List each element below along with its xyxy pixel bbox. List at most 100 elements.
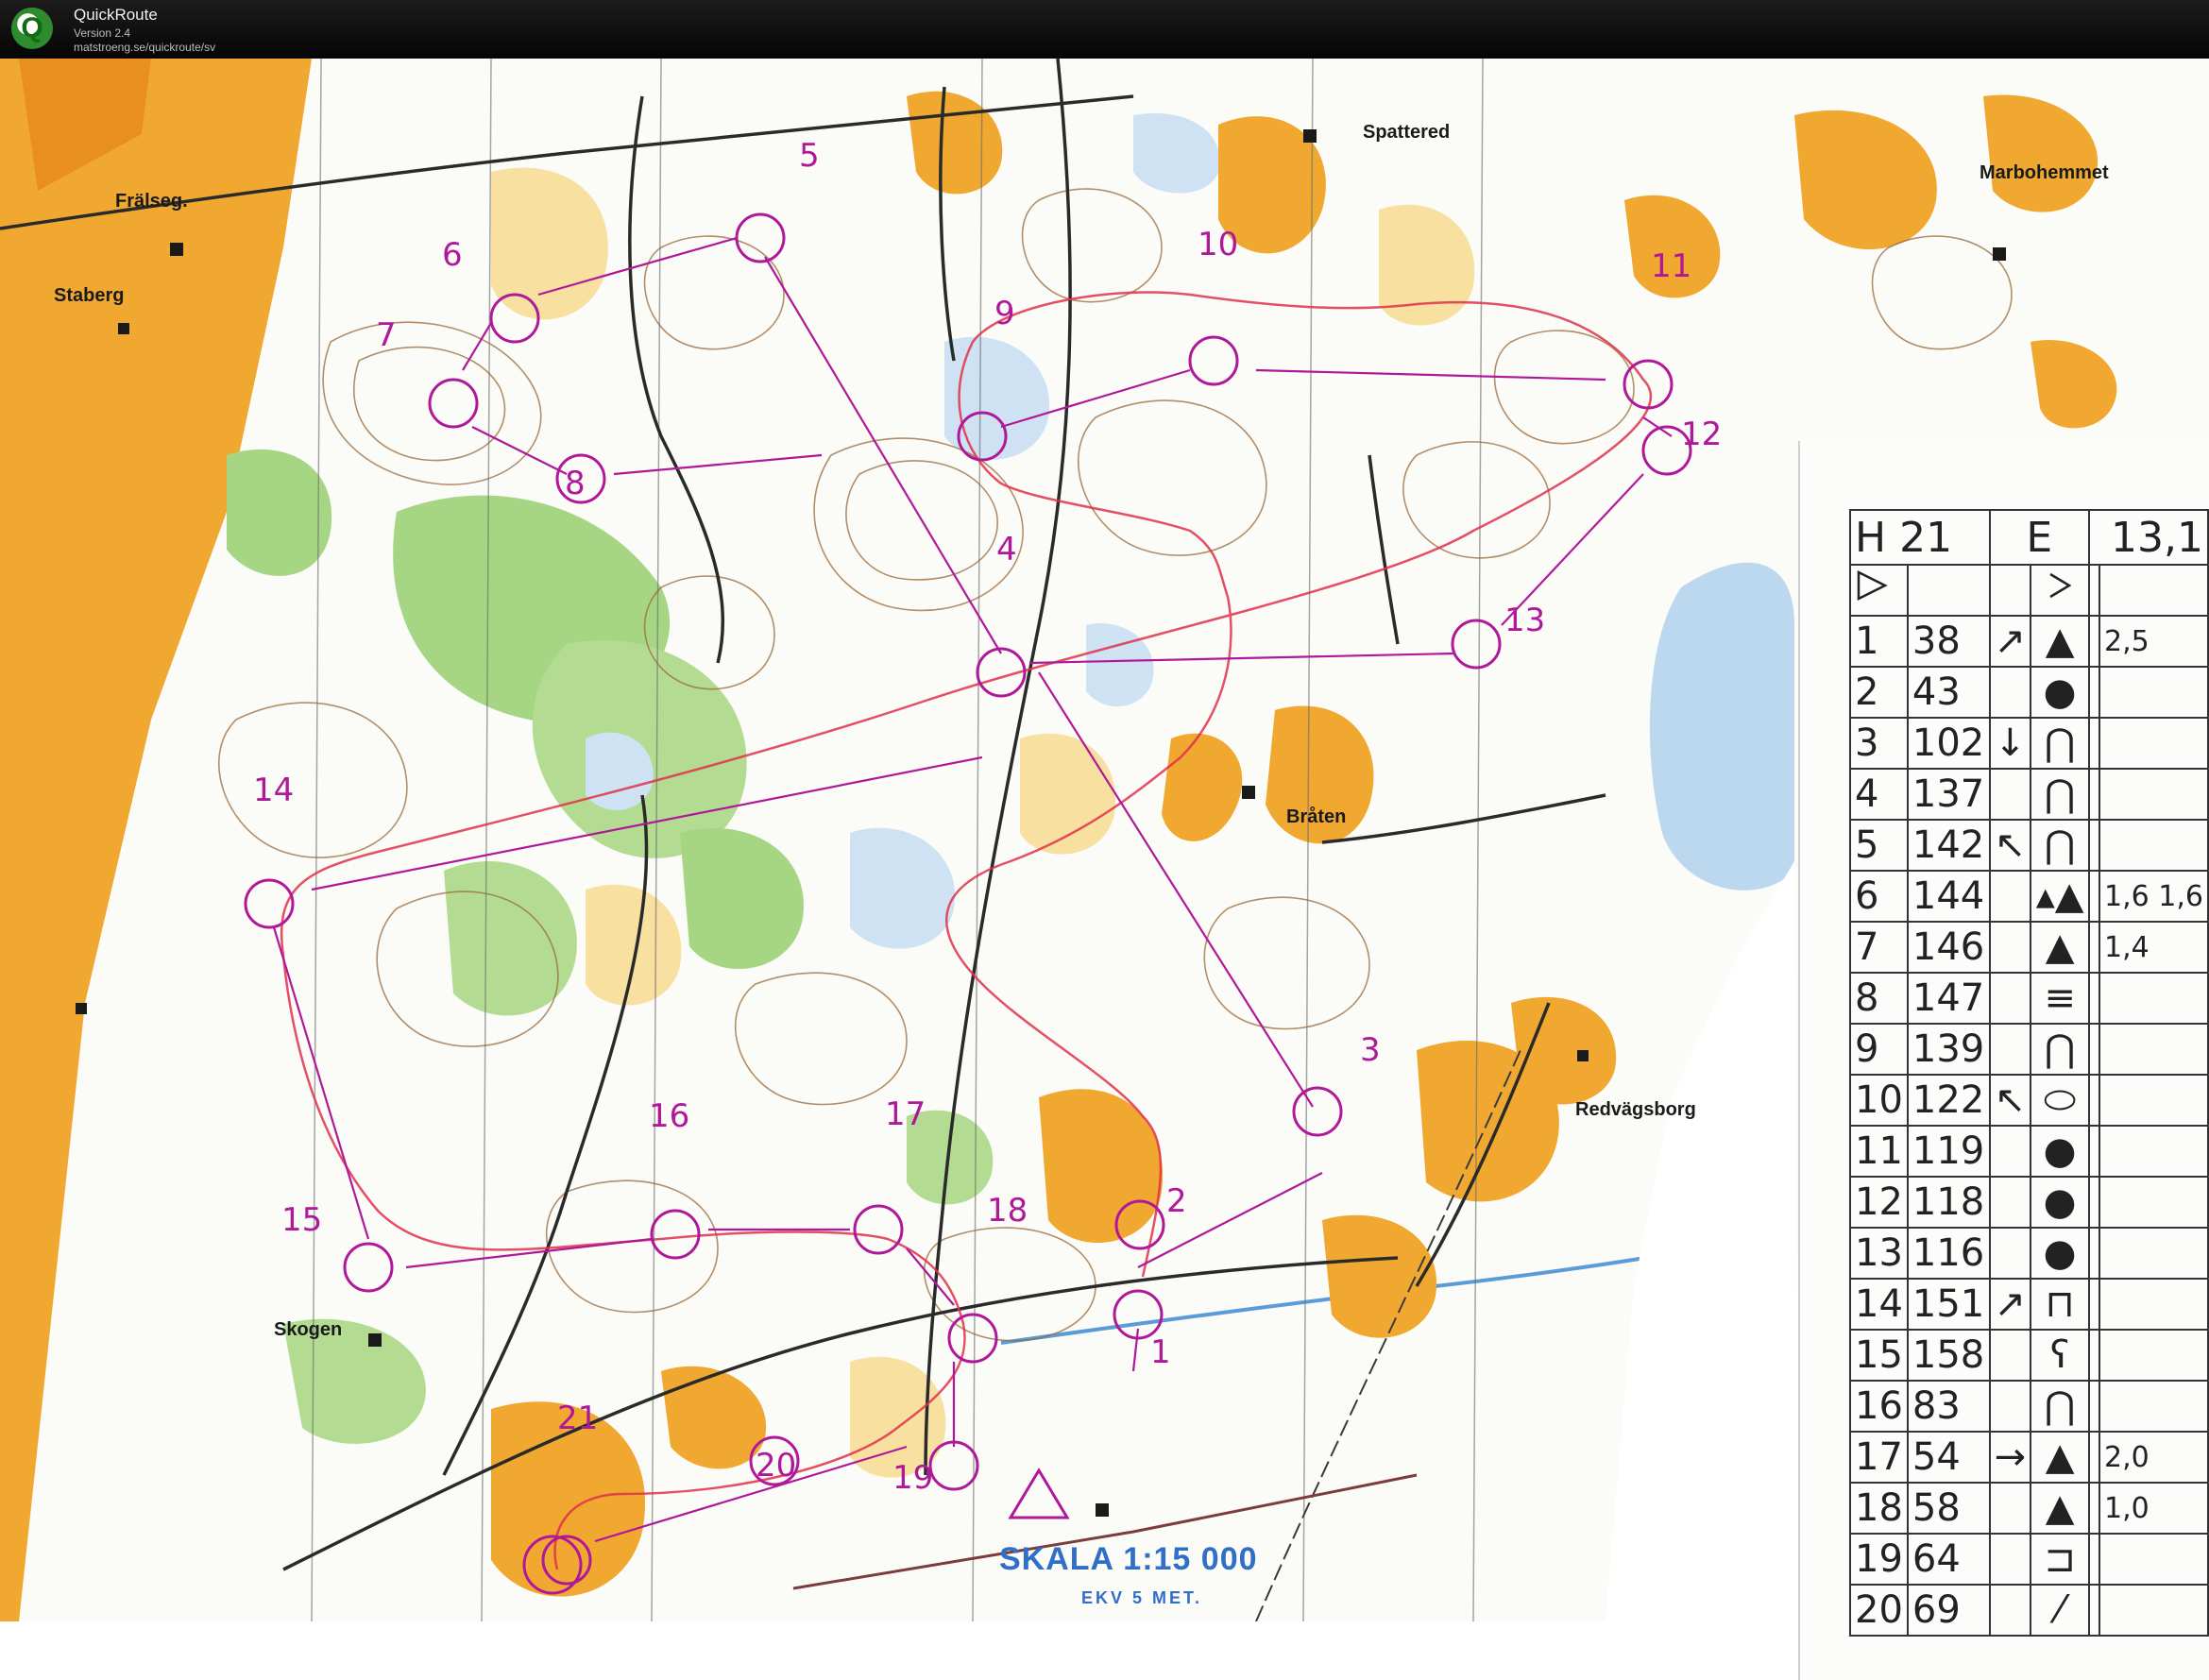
control-number-9: 9 — [994, 295, 1015, 332]
orienteering-map[interactable]: Frälseg. Staberg Spattered Marbohemmet B… — [0, 59, 2209, 1680]
card-feature-icon: ● — [2030, 1125, 2090, 1178]
card-control-code: 58 — [1906, 1482, 1991, 1535]
lake-east — [1649, 562, 1794, 891]
card-distance: 13,1 — [2087, 509, 2209, 566]
card-control-number: 14 — [1849, 1278, 1909, 1331]
card-control-code: 116 — [1906, 1227, 1991, 1280]
control-number-19: 19 — [892, 1459, 934, 1497]
card-feature-icon: ▲ — [2030, 1482, 2090, 1535]
title-bar: Q QuickRoute Version 2.4 matstroeng.se/q… — [0, 0, 2209, 59]
control-number-1: 1 — [1150, 1333, 1171, 1371]
control-number-7: 7 — [376, 316, 397, 354]
card-extra-info — [2099, 666, 2209, 719]
card-control-number: 17 — [1849, 1431, 1909, 1484]
card-control-number: 12 — [1849, 1176, 1909, 1229]
app-version: Version 2.4 — [74, 26, 131, 40]
card-control-row: 1 38 ↗ ▲ 2,5 — [1849, 615, 2209, 668]
card-extra-info — [2099, 1023, 2209, 1076]
card-feature-icon: ≡ — [2030, 972, 2090, 1025]
card-feature-icon: ● — [2030, 1227, 2090, 1280]
card-feature-icon: ▴▲ — [2030, 870, 2090, 923]
card-control-row: 20 69 ⁄ — [1849, 1584, 2209, 1637]
card-extra-info — [2099, 1176, 2209, 1229]
card-direction-icon — [1988, 972, 2032, 1025]
card-direction-icon — [1988, 1482, 2032, 1535]
card-control-number: 4 — [1849, 768, 1909, 821]
card-control-code: 83 — [1906, 1380, 1991, 1433]
control-number-20: 20 — [756, 1447, 797, 1485]
place-spattered: Spattered — [1363, 122, 1451, 143]
card-feature-icon: ⋂ — [2030, 1380, 2090, 1433]
card-extra-info: 1,6 1,6 — [2099, 870, 2209, 923]
app-url: matstroeng.se/quickroute/sv — [74, 41, 216, 54]
card-control-number: 5 — [1849, 819, 1909, 872]
card-control-row: 4 137 ⋂ — [1849, 768, 2209, 821]
card-control-code: 102 — [1906, 717, 1991, 770]
control-number-12: 12 — [1681, 416, 1723, 453]
card-control-row: 12 118 ● — [1849, 1176, 2209, 1229]
card-control-code: 119 — [1906, 1125, 1991, 1178]
card-control-row: 8 147 ≡ — [1849, 972, 2209, 1025]
card-extra-info — [2099, 1278, 2209, 1331]
quickroute-logo-letter: Q — [21, 12, 43, 43]
card-direction-icon — [1988, 666, 2032, 719]
card-detail-cell — [2087, 921, 2101, 974]
card-control-number: 13 — [1849, 1227, 1909, 1280]
card-feature-icon: ʕ — [2030, 1329, 2090, 1382]
card-detail-cell — [2087, 1329, 2101, 1382]
control-number-2: 2 — [1166, 1182, 1187, 1220]
card-control-row: 5 142 ↖ ⋂ — [1849, 819, 2209, 872]
card-control-code: 139 — [1906, 1023, 1991, 1076]
card-feature-icon: ▲ — [2030, 921, 2090, 974]
control-number-15: 15 — [281, 1201, 323, 1239]
control-number-4: 4 — [996, 531, 1017, 568]
card-extra-info — [2099, 819, 2209, 872]
card-control-row: 18 58 ▲ 1,0 — [1849, 1482, 2209, 1535]
card-direction-icon: → — [1988, 1431, 2032, 1484]
card-extra-info — [2099, 1329, 2209, 1382]
card-control-row: 11 119 ● — [1849, 1125, 2209, 1178]
card-detail-cell — [2087, 1125, 2101, 1178]
card-feature-icon: ⊐ — [2030, 1533, 2090, 1586]
card-control-number: 6 — [1849, 870, 1909, 923]
control-description-table: H 21 E 13,1 1 38 ↗ ▲ 2,5 2 43 ● 3 102 ↓ ⋂ 4 13 — [1849, 509, 2209, 1637]
card-control-code: 146 — [1906, 921, 1991, 974]
card-extra-info — [2099, 1584, 2209, 1637]
card-control-code: 151 — [1906, 1278, 1991, 1331]
card-direction-icon — [1988, 1329, 2032, 1382]
card-detail-cell — [2087, 1431, 2101, 1484]
card-feature-icon: ● — [2030, 1176, 2090, 1229]
card-control-code: 69 — [1906, 1584, 1991, 1637]
card-direction-icon: ↖ — [1988, 1074, 2032, 1127]
card-extra-info: 1,4 — [2099, 921, 2209, 974]
place-marbohemmet: Marbohemmet — [1980, 162, 2109, 183]
card-feature-icon: ⁄ — [2030, 1584, 2090, 1637]
card-control-code: 64 — [1906, 1533, 1991, 1586]
card-direction-icon — [1988, 1584, 2032, 1637]
card-detail-cell — [2087, 1074, 2101, 1127]
card-feature-icon: ⋂ — [2030, 768, 2090, 821]
card-control-code: 38 — [1906, 615, 1991, 668]
card-extra-info: 1,0 — [2099, 1482, 2209, 1535]
card-feature-icon: ⋂ — [2030, 717, 2090, 770]
card-control-row: 19 64 ⊐ — [1849, 1533, 2209, 1586]
card-control-row: 10 122 ↖ ⬭ — [1849, 1074, 2209, 1127]
card-feature-icon: ▲ — [2030, 1431, 2090, 1484]
control-number-18: 18 — [987, 1192, 1028, 1230]
card-detail-cell — [2087, 1533, 2101, 1586]
card-control-row: 7 146 ▲ 1,4 — [1849, 921, 2209, 974]
card-control-code: 54 — [1906, 1431, 1991, 1484]
card-control-number: 19 — [1849, 1533, 1909, 1586]
card-detail-cell — [2087, 768, 2101, 821]
card-control-code: 43 — [1906, 666, 1991, 719]
card-control-code: 122 — [1906, 1074, 1991, 1127]
card-level: E — [1988, 509, 2090, 566]
place-redvagsborg: Redvägsborg — [1575, 1099, 1696, 1120]
control-number-11: 11 — [1651, 247, 1692, 285]
start-feature-icon — [2030, 564, 2090, 617]
control-number-17: 17 — [885, 1095, 926, 1133]
card-detail-cell — [2087, 1278, 2101, 1331]
card-direction-icon — [1988, 1380, 2032, 1433]
card-class: H 21 — [1849, 509, 1991, 566]
control-number-13: 13 — [1504, 602, 1546, 639]
